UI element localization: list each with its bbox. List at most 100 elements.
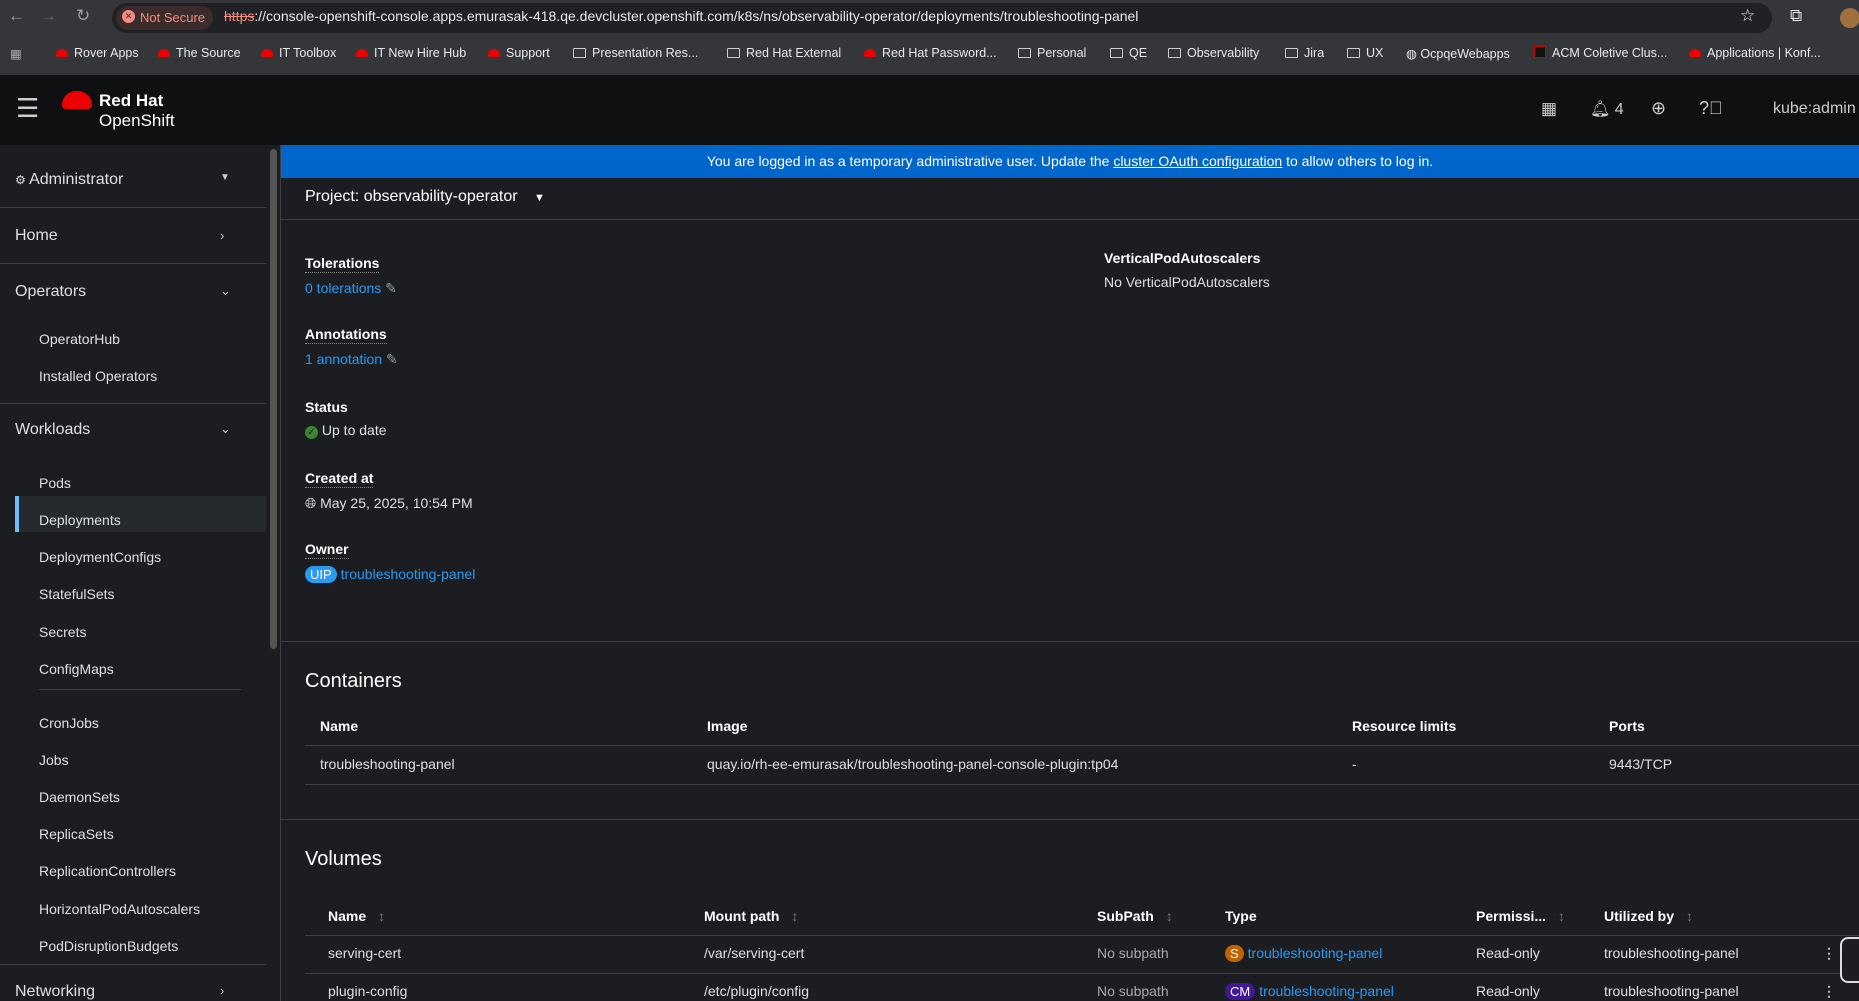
not-secure-badge[interactable]: Not Secure [116,6,214,30]
volume-type-link[interactable]: troubleshooting-panel [1248,945,1383,961]
gears-icon: ⚙ [15,173,30,187]
project-selector[interactable]: Project: observability-operator ▼ [305,188,545,206]
sidebar-scrollbar[interactable] [266,145,281,1001]
folder-icon [727,48,740,58]
bookmark-1[interactable]: The Source [158,46,241,60]
kebab-menu-icon[interactable]: ⋮ [1822,945,1836,962]
permissions: Read-only [1476,983,1540,999]
nav-installed-operators[interactable]: Installed Operators [39,368,157,384]
help-icon[interactable]: ?⃝ [1699,98,1723,119]
column-header-3[interactable]: Type [1225,908,1257,924]
table-cell: quay.io/rh-ee-emurasak/troubleshooting-p… [707,756,1119,772]
volumes-heading: Volumes [305,848,382,870]
nav-cronjobs[interactable]: CronJobs [39,715,99,731]
bookmark-star-icon[interactable]: ☆ [1740,6,1755,26]
pencil-icon: ✎ [385,280,397,296]
nav-horizontalpodautoscalers[interactable]: HorizontalPodAutoscalers [39,901,200,917]
annotations-link[interactable]: 1 annotation ✎ [305,351,398,368]
nav-deploymentconfigs[interactable]: DeploymentConfigs [39,549,161,565]
bookmark-0[interactable]: Rover Apps [56,46,139,60]
redhat-icon [56,49,68,57]
bookmark-11[interactable]: Jira [1285,46,1324,60]
back-icon[interactable]: ← [8,6,25,26]
check-circle-icon: ✓ [305,426,318,439]
owner-link[interactable]: troubleshooting-panel [341,566,476,582]
nav-configmaps[interactable]: ConfigMaps [39,661,114,677]
bookmark-2[interactable]: IT Toolbox [261,46,336,60]
column-header-2[interactable]: SubPath ↕ [1097,908,1173,924]
nav-statefulsets[interactable]: StatefulSets [39,586,115,602]
extensions-icon[interactable]: ⧉ [1790,6,1802,26]
openshift-icon [1534,46,1546,58]
column-header-0[interactable]: Name ↕ [328,908,385,924]
column-header-4[interactable]: Permissi... ↕ [1476,908,1565,924]
floating-helper-button[interactable] [1840,937,1859,983]
nav-operators[interactable]: Operators [15,283,86,301]
oauth-config-link[interactable]: cluster OAuth configuration [1113,153,1282,169]
folder-icon [573,48,586,58]
bookmark-5[interactable]: Presentation Res... [573,46,698,60]
subpath: No subpath [1097,945,1169,961]
nav-pods[interactable]: Pods [39,475,71,491]
bookmark-3[interactable]: IT New Hire Hub [356,46,466,60]
nav-home[interactable]: Home [15,227,58,245]
bookmark-14[interactable]: ACM Coletive Clus... [1534,46,1667,60]
tolerations-link[interactable]: 0 tolerations ✎ [305,280,397,297]
bookmark-8[interactable]: Personal [1018,46,1086,60]
profile-avatar[interactable] [1840,8,1859,28]
owner-kind-badge: UIP [305,566,337,583]
nav-workloads[interactable]: Workloads [15,421,90,439]
nav-deployments[interactable]: Deployments [39,512,121,528]
sidebar: ⚙ Administrator ▼ Home › Operators ⌄ Ope… [0,145,266,1001]
mount-path: /etc/plugin/config [704,983,810,999]
volume-name: plugin-config [328,983,408,999]
pencil-icon: ✎ [385,351,398,367]
volume-type-link[interactable]: troubleshooting-panel [1259,983,1394,999]
owner-value: UIP troubleshooting-panel [305,566,475,583]
permissions: Read-only [1476,945,1540,961]
bookmark-10[interactable]: Observability [1168,46,1259,60]
perspective-switcher[interactable]: ⚙ Administrator [15,171,123,189]
bookmark-13[interactable]: ◍ OcpqeWebapps [1406,46,1510,61]
notifications-button[interactable]: 🔔︎ 4 [1590,99,1624,119]
vpa-value: No VerticalPodAutoscalers [1104,274,1270,290]
resource-kind-badge: CM [1225,983,1256,1000]
containers-heading: Containers [305,670,402,692]
column-header-1[interactable]: Mount path ↕ [704,908,798,924]
nav-poddisruptionbudgets[interactable]: PodDisruptionBudgets [39,938,178,954]
column-header-5[interactable]: Utilized by ↕ [1604,908,1693,924]
globe-icon: 🌐︎ [305,495,317,511]
chevron-down-icon: ⌄ [220,283,231,298]
nav-operatorhub[interactable]: OperatorHub [39,331,120,347]
bookmark-12[interactable]: UX [1347,46,1383,60]
import-plus-icon[interactable]: ⊕ [1651,98,1666,119]
apps-grid-icon[interactable]: ▦ [10,46,22,61]
nav-replicationcontrollers[interactable]: ReplicationControllers [39,863,176,879]
forward-icon[interactable]: → [40,6,57,26]
bookmark-9[interactable]: QE [1110,46,1147,60]
vpa-label: VerticalPodAutoscalers [1104,250,1261,266]
bookmark-4[interactable]: Support [488,46,550,60]
tolerations-label: Tolerations [305,255,380,273]
column-header: Image [707,718,748,734]
bookmark-15[interactable]: Applications | Konf... [1689,46,1821,60]
nav-secrets[interactable]: Secrets [39,624,86,640]
volume-type: CM troubleshooting-panel [1225,983,1394,1000]
user-menu[interactable]: kube:admin [1773,100,1856,118]
bookmark-7[interactable]: Red Hat Password... [864,46,997,60]
url-text[interactable]: https://console-openshift-console.apps.e… [224,8,1138,24]
created-value: 🌐︎ May 25, 2025, 10:54 PM [305,495,473,511]
reload-icon[interactable]: ↻ [76,6,90,26]
nav-networking[interactable]: Networking [15,983,95,1001]
sort-icon: ↕ [1165,908,1173,924]
hamburger-menu-icon[interactable]: ☰ [16,95,39,121]
nav-replicasets[interactable]: ReplicaSets [39,826,114,842]
kebab-menu-icon[interactable]: ⋮ [1822,983,1836,1000]
app-launcher-icon[interactable]: ▦ [1541,99,1557,119]
nav-daemonsets[interactable]: DaemonSets [39,789,120,805]
column-header: Resource limits [1352,718,1457,734]
nav-jobs[interactable]: Jobs [39,752,69,768]
created-label: Created at [305,470,374,488]
chevron-right-icon: › [220,983,225,998]
bookmark-6[interactable]: Red Hat External [727,46,841,60]
